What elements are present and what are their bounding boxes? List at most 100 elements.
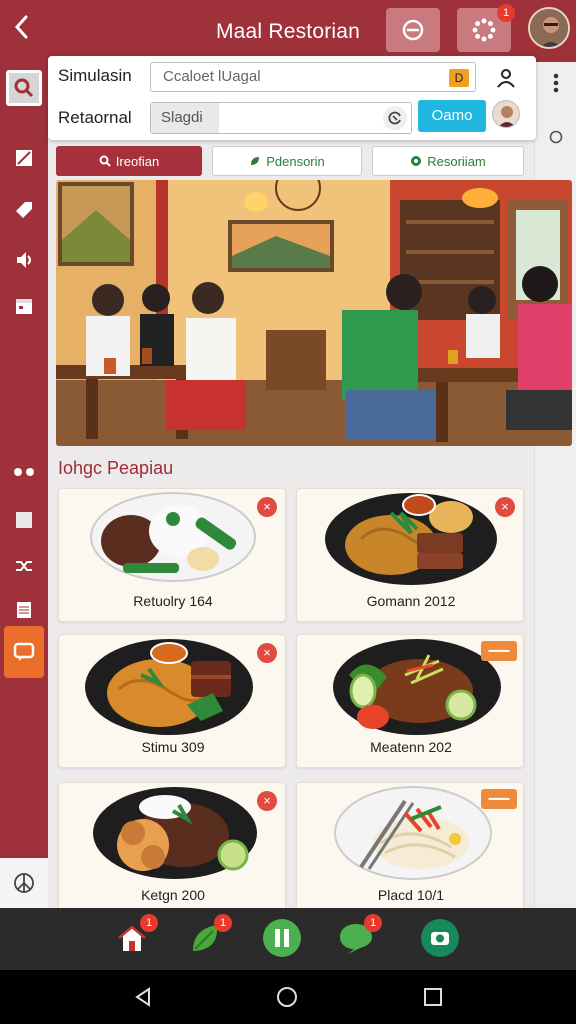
shuffle-icon xyxy=(16,561,32,571)
submit-button[interactable]: Oamo xyxy=(418,100,486,132)
dish-image xyxy=(90,492,256,582)
speaker-icon xyxy=(17,252,31,268)
simulation-label: Simulasin xyxy=(58,66,132,85)
menu-card[interactable]: × Ketgn 200 xyxy=(58,782,286,916)
dots-icon xyxy=(14,468,34,476)
menu-card[interactable]: × Gomann 2012 xyxy=(296,488,524,622)
overflow-menu-button[interactable] xyxy=(545,70,567,96)
sidebar-item-audio[interactable] xyxy=(0,242,48,278)
profile-button[interactable] xyxy=(494,66,518,90)
panel-avatar[interactable] xyxy=(492,100,520,128)
sidebar-item-calendar[interactable] xyxy=(0,288,48,324)
dish-image xyxy=(333,639,501,735)
nav-camera[interactable] xyxy=(420,918,460,958)
square-icon xyxy=(16,512,32,528)
refresh-clear-icon xyxy=(388,111,401,125)
sidebar-item-edit[interactable] xyxy=(0,140,48,176)
simulation-value: Ccaloet lUagal xyxy=(163,68,261,85)
card-label: Placd 10/1 xyxy=(377,887,445,903)
chat-icon xyxy=(13,642,35,661)
triangle-back-icon xyxy=(135,987,150,1007)
sidebar-item-shuffle[interactable] xyxy=(0,548,48,584)
menu-card[interactable]: × Retuolry 164 xyxy=(58,488,286,622)
restaurant-photo xyxy=(56,180,572,446)
menu-card[interactable]: ▬▬▬ Placd 10/1 xyxy=(296,782,524,916)
sidebar-search-button[interactable] xyxy=(6,70,42,106)
calendar-icon xyxy=(16,299,32,314)
tab-label: Resoriiam xyxy=(427,153,486,169)
notification-badge: 1 xyxy=(214,914,232,932)
remove-circle-icon xyxy=(402,19,424,41)
sidebar-item-settings[interactable] xyxy=(0,858,48,908)
camera-icon xyxy=(421,919,459,957)
restaurant-value: Slagdi xyxy=(151,103,219,133)
card-label: Stimu 309 xyxy=(141,739,205,755)
leaf-icon xyxy=(251,157,260,165)
user-icon xyxy=(497,69,515,88)
card-label: Meatenn 202 xyxy=(370,739,452,755)
system-home-button[interactable] xyxy=(274,984,300,1010)
card-label: Gomann 2012 xyxy=(366,593,456,609)
dish-image xyxy=(325,493,497,585)
restaurant-input[interactable]: Slagdi xyxy=(150,102,412,134)
document-icon xyxy=(17,602,31,618)
search-icon xyxy=(99,155,111,167)
nav-chat[interactable]: 1 xyxy=(336,914,382,958)
circle-home-icon xyxy=(277,987,297,1007)
nav-leaf[interactable]: 1 xyxy=(186,914,232,958)
card-label: Retuolry 164 xyxy=(133,593,213,609)
card-label: Ketgn 200 xyxy=(141,887,205,903)
menu-card[interactable]: ▬▬▬ Meatenn 202 xyxy=(296,634,524,768)
square-recents-icon xyxy=(424,988,442,1006)
left-sidebar xyxy=(0,62,48,908)
sidebar-item-document[interactable] xyxy=(0,592,48,628)
remove-button[interactable]: × xyxy=(495,497,515,517)
input-chip[interactable]: D xyxy=(449,69,469,87)
section-title: Iohgc Peapiau xyxy=(58,458,174,478)
search-icon xyxy=(14,78,34,98)
app-header: Maal Restorian 1 xyxy=(0,0,576,62)
tab-label: Pdensorin xyxy=(266,153,325,169)
rail-circle-button[interactable] xyxy=(545,126,567,148)
settings-button[interactable]: 1 xyxy=(457,4,515,52)
dish-image xyxy=(93,787,257,879)
system-recents-button[interactable] xyxy=(420,984,446,1010)
remove-button[interactable]: × xyxy=(257,643,277,663)
user-avatar[interactable] xyxy=(528,7,570,49)
promo-tag-icon[interactable]: ▬▬▬ xyxy=(481,789,517,809)
sidebar-item-tag[interactable] xyxy=(0,192,48,228)
remove-button[interactable]: × xyxy=(257,497,277,517)
sidebar-item-more[interactable] xyxy=(0,454,48,490)
dish-image xyxy=(85,639,253,735)
simulation-input[interactable]: Ccaloet lUagal D xyxy=(150,62,476,92)
nav-home[interactable]: 1 xyxy=(112,914,158,958)
more-vertical-icon xyxy=(553,73,559,93)
dish-image xyxy=(334,786,492,880)
pause-icon xyxy=(263,919,301,957)
menu-card[interactable]: × Stimu 309 xyxy=(58,634,286,768)
system-back-button[interactable] xyxy=(130,984,156,1010)
nav-pause[interactable] xyxy=(262,918,302,958)
remove-button[interactable]: × xyxy=(257,791,277,811)
search-panel: Simulasin Ccaloet lUagal D Retaornal Sla… xyxy=(48,56,536,140)
gear-icon xyxy=(472,18,496,42)
peace-icon xyxy=(14,873,34,893)
sidebar-chat-button[interactable] xyxy=(4,626,44,678)
filter-tabs: Ireofian Pdensorin Resoriiam xyxy=(56,146,526,176)
tab-ireofian[interactable]: Ireofian xyxy=(56,146,202,176)
notification-badge: 1 xyxy=(364,914,382,932)
tag-icon xyxy=(16,202,32,218)
clear-button[interactable] xyxy=(383,106,407,130)
dot-icon xyxy=(411,156,422,166)
restaurant-label: Retaornal xyxy=(58,108,132,127)
notification-badge: 1 xyxy=(140,914,158,932)
promo-tag-icon[interactable]: ▬▬▬ xyxy=(481,641,517,661)
sidebar-item-square[interactable] xyxy=(0,502,48,538)
tab-pdensorin[interactable]: Pdensorin xyxy=(212,146,362,176)
tab-resoriiam[interactable]: Resoriiam xyxy=(372,146,524,176)
tab-label: Ireofian xyxy=(115,153,160,169)
notification-badge: 1 xyxy=(497,4,515,22)
header-action-button[interactable] xyxy=(386,8,440,52)
edit-icon xyxy=(16,150,32,166)
circle-icon xyxy=(549,130,563,144)
